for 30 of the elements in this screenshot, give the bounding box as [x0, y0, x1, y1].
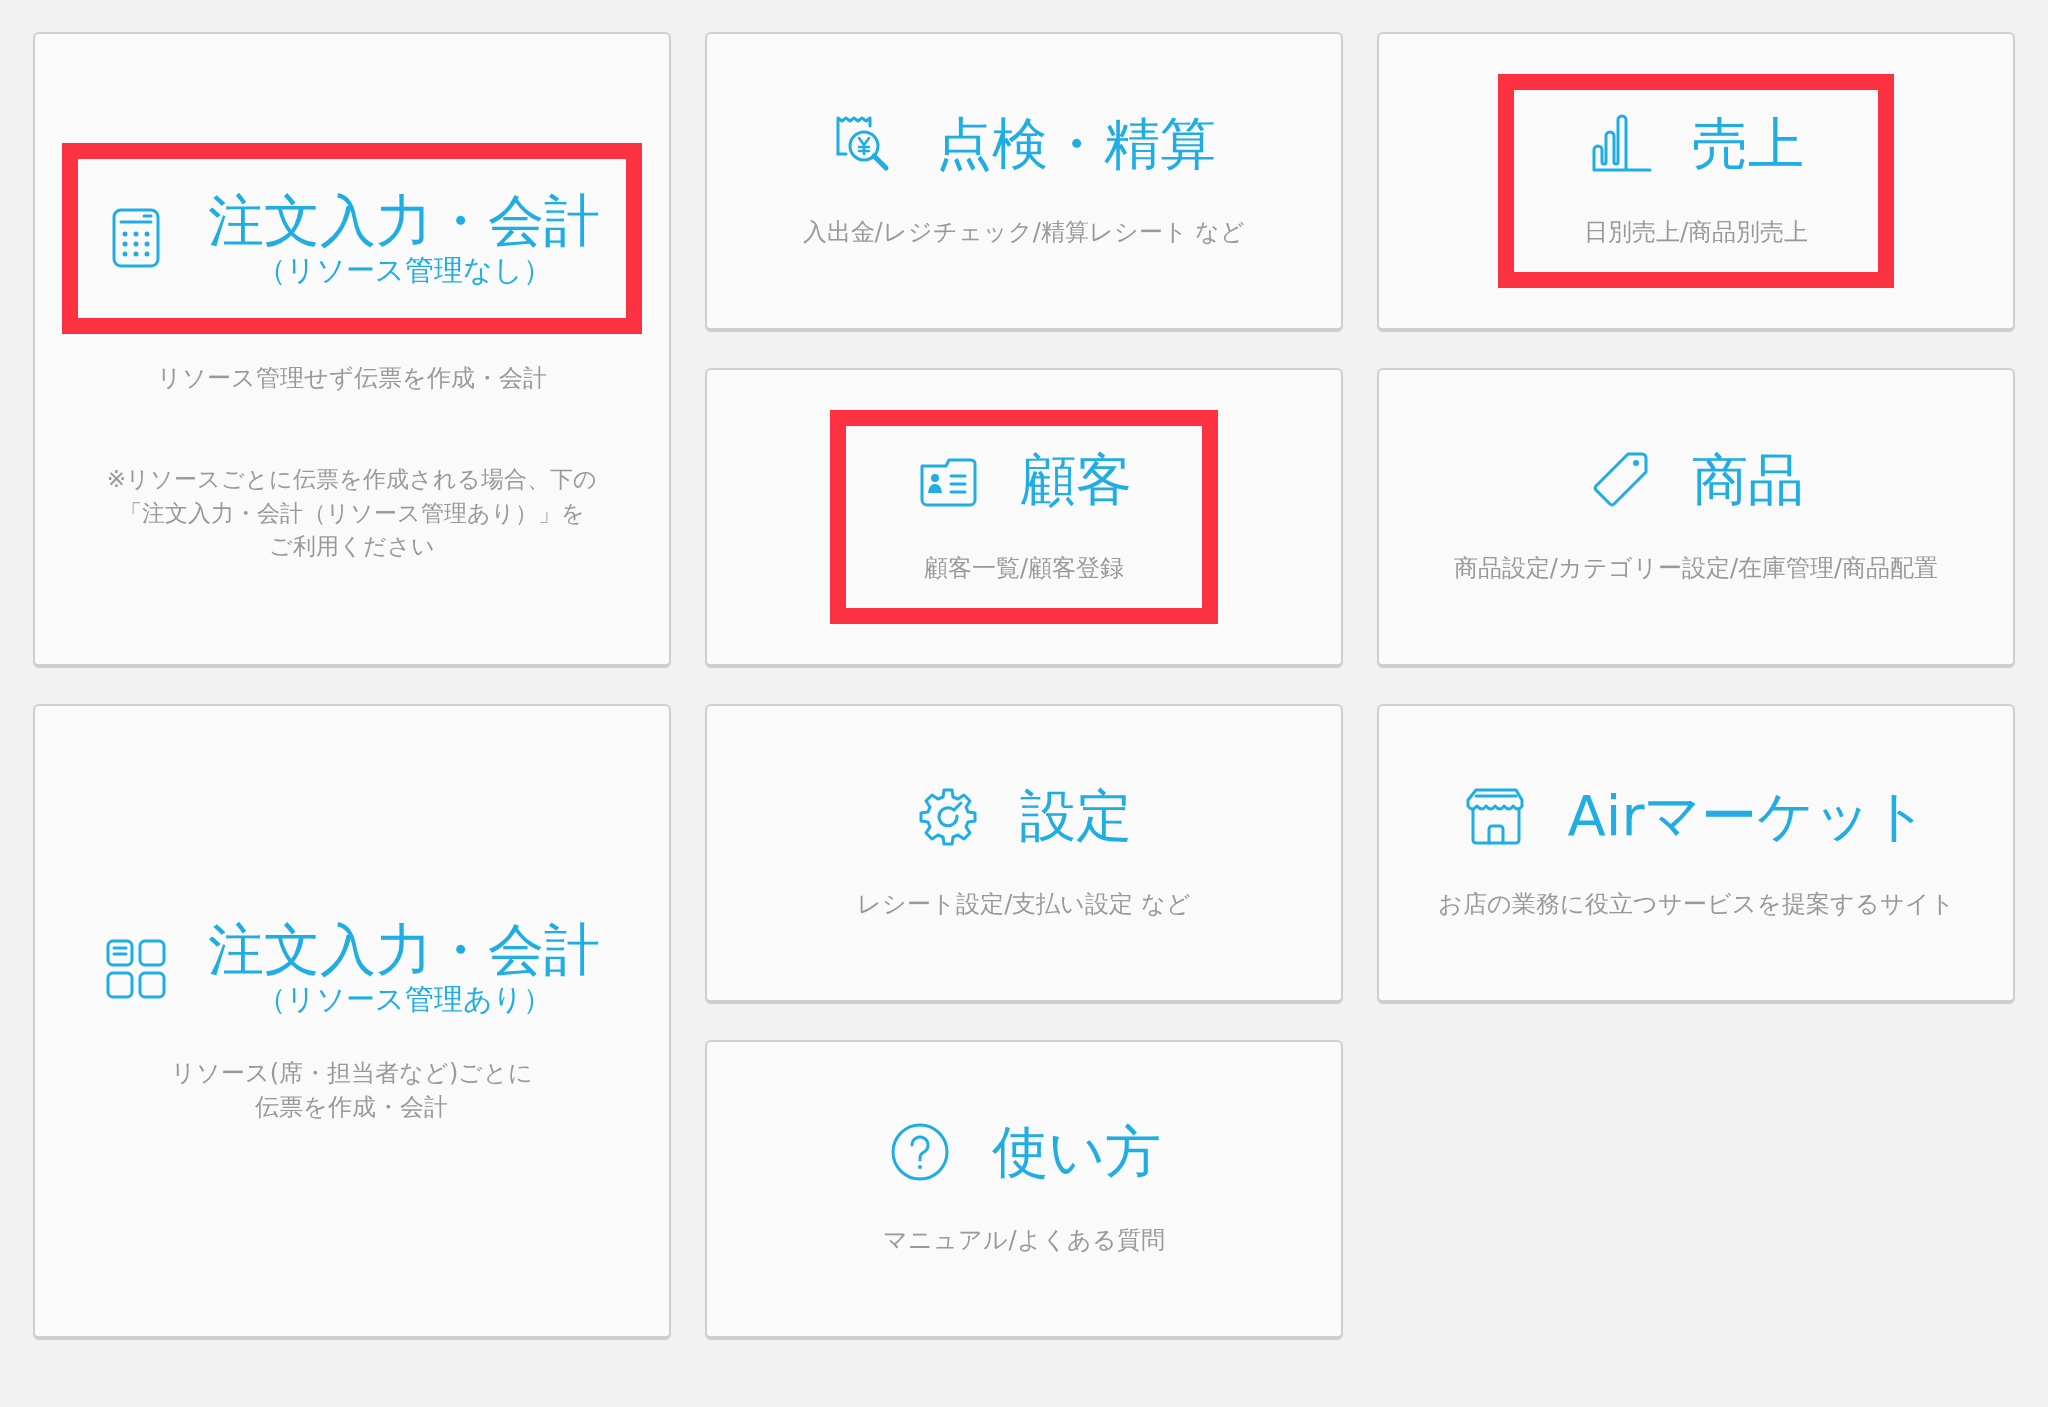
tile-description: マニュアル/よくある質問 [883, 1225, 1165, 1257]
tile-description: レシート設定/支払い設定 など [857, 889, 1191, 921]
tile-description: 商品設定/カテゴリー設定/在庫管理/商品配置 [1453, 553, 1939, 585]
menu-tile[interactable]: 顧客 顧客一覧/顧客登録 [705, 368, 1343, 668]
menu-tile[interactable]: 注文入力・会計 （リソース管理なし） リソース管理せず伝票を作成・会計 ※リソースごとに伝票を作成される場合、下の 「注文入力・会計（リソース管理あり）」を ご利用ください [33, 32, 671, 668]
menu-tile[interactable]: Airマーケット お店の業務に役立つサービスを提案するサイト [1377, 704, 2015, 1004]
tile-title: 注文入力・会計 [208, 188, 600, 253]
tile-title: 注文入力・会計 [208, 917, 600, 983]
menu-tile[interactable]: 使い方 マニュアル/よくある質問 [705, 1040, 1343, 1340]
tile-description: 日別売上/商品別売上 [1583, 217, 1809, 249]
tile-subtitle: （リソース管理なし） [256, 253, 552, 288]
tile-title: 点検・精算 [936, 112, 1216, 177]
tile-description: 顧客一覧/顧客登録 [923, 553, 1125, 585]
tile-title: 顧客 [1020, 448, 1132, 513]
menu-tile[interactable]: 注文入力・会計 （リソース管理あり） リソース(席・担当者など)ごとに 伝票を作成・会計 [33, 704, 671, 1340]
tile-description: リソース管理せず伝票を作成・会計 [157, 362, 547, 394]
tile-subtitle: （リソース管理あり） [256, 982, 552, 1017]
tile-description: 入出金/レジチェック/精算レシート など [802, 217, 1246, 249]
tile-title: 売上 [1692, 112, 1804, 177]
tile-description: お店の業務に役立つサービスを提案するサイト [1437, 889, 1955, 921]
menu-tile[interactable]: 点検・精算 入出金/レジチェック/精算レシート など [705, 32, 1343, 332]
menu-tile[interactable]: 設定 レシート設定/支払い設定 など [705, 704, 1343, 1004]
tile-title: 設定 [1020, 784, 1132, 849]
tile-title: 使い方 [991, 1120, 1161, 1185]
tile-title: Airマーケット [1567, 784, 1929, 849]
menu-tile[interactable]: 売上 日別売上/商品別売上 [1377, 32, 2015, 332]
menu-tile[interactable]: 商品 商品設定/カテゴリー設定/在庫管理/商品配置 [1377, 368, 2015, 668]
tile-note: ※リソースごとに伝票を作成される場合、下の 「注文入力・会計（リソース管理あり）」を ご利用ください [106, 465, 598, 562]
tile-description: リソース(席・担当者など)ごとに 伝票を作成・会計 [170, 1058, 534, 1123]
tile-title: 商品 [1692, 448, 1804, 513]
